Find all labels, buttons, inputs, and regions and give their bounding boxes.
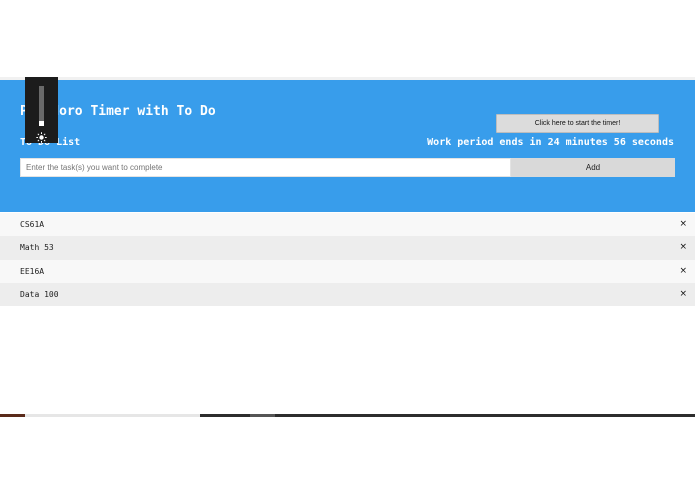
task-name: Data 100 xyxy=(20,290,59,300)
close-icon[interactable]: × xyxy=(679,219,687,229)
bottom-bar-segment xyxy=(250,414,275,417)
task-list: CS61A × Math 53 × EE16A × Data 100 × xyxy=(0,213,695,307)
task-row: CS61A × xyxy=(0,213,695,237)
app-header: Pomodoro Timer with To Do Click here to … xyxy=(0,80,695,212)
task-row: EE16A × xyxy=(0,259,695,283)
brightness-slider-fill xyxy=(39,121,44,126)
close-icon[interactable]: × xyxy=(679,242,687,252)
bottom-progress-bar xyxy=(0,414,695,417)
task-input[interactable] xyxy=(20,158,511,177)
add-task-button[interactable]: Add xyxy=(511,158,675,177)
close-icon[interactable]: × xyxy=(679,266,687,276)
timer-status: Work period ends in 24 minutes 56 second… xyxy=(427,137,674,148)
task-name: Math 53 xyxy=(20,243,54,253)
brightness-slider-overlay[interactable] xyxy=(25,77,58,143)
task-name: CS61A xyxy=(20,220,45,230)
brightness-slider-track[interactable] xyxy=(39,86,44,126)
task-name: EE16A xyxy=(20,266,45,276)
close-icon[interactable]: × xyxy=(679,289,687,299)
sun-icon xyxy=(36,128,47,143)
bottom-bar-segment xyxy=(0,414,25,417)
start-timer-button[interactable]: Click here to start the timer! xyxy=(496,114,659,133)
bottom-bar-segment xyxy=(25,414,200,417)
task-row: Data 100 × xyxy=(0,282,695,307)
task-row: Math 53 × xyxy=(0,236,695,260)
